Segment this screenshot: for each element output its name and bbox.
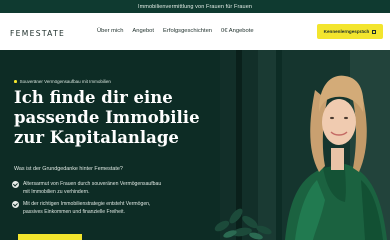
announcement-text: Immobilienvermittlung von Frauen für Fra…	[137, 3, 253, 10]
nav-link-erfolgsgeschichten[interactable]: Erfolgsgeschichten	[163, 28, 212, 34]
check-circle-icon	[12, 201, 19, 208]
logo[interactable]: FEMESTATE	[10, 29, 65, 38]
bullet-line: Mit der richtigen Immobilienstrategie en…	[23, 201, 151, 207]
eyebrow-text: Souveräner Vermögensaufbau mit Immobilie…	[19, 79, 111, 84]
hero-section: Souveräner Vermögensaufbau mit Immobilie…	[0, 50, 390, 240]
headline-line-1: Ich finde dir eine	[14, 88, 173, 107]
list-item: Mit der richtigen Immobilienstrategie en…	[12, 200, 150, 216]
eyebrow: Souveräner Vermögensaufbau mit Immobilie…	[14, 79, 111, 84]
portrait-photo	[285, 75, 387, 240]
kennenlern-button[interactable]: Kennenlerngespräch	[317, 24, 383, 39]
main-menu: Über mich Angebot Erfolgsgeschichten 0€ …	[97, 28, 254, 34]
list-item: Altersarmut von Frauen durch souveränen …	[12, 180, 161, 196]
calendar-icon	[372, 29, 377, 34]
nav-link-angebot[interactable]: Angebot	[132, 28, 154, 34]
bullet-line: passives Einkommen und finanzielle Freih…	[23, 209, 125, 215]
bullet-line: mit Immobilien zu verhindern.	[23, 189, 90, 195]
hero-headline: Ich finde dir eine passende Immobilie zu…	[14, 88, 214, 148]
site-header: FEMESTATE Über mich Angebot Erfolgsgesch…	[0, 13, 390, 50]
hero-cta-button[interactable]	[18, 234, 82, 240]
nav-link-ueber-mich[interactable]: Über mich	[97, 28, 123, 34]
headline-line-2: passende Immobilie	[14, 108, 200, 127]
cta-label: Kennenlerngespräch	[323, 29, 370, 34]
headline-line-3: zur Kapitalanlage	[14, 128, 179, 147]
nav-link-0-angebote[interactable]: 0€ Angebote	[221, 28, 254, 34]
intro-question: Was ist der Grundgedanke hinter Femestat…	[14, 166, 123, 172]
announcement-bar: Immobilienvermittlung von Frauen für Fra…	[0, 0, 390, 13]
check-circle-icon	[12, 181, 19, 188]
bullet-line: Altersarmut von Frauen durch souveränen …	[23, 181, 162, 187]
yellow-dot-icon	[14, 80, 17, 83]
